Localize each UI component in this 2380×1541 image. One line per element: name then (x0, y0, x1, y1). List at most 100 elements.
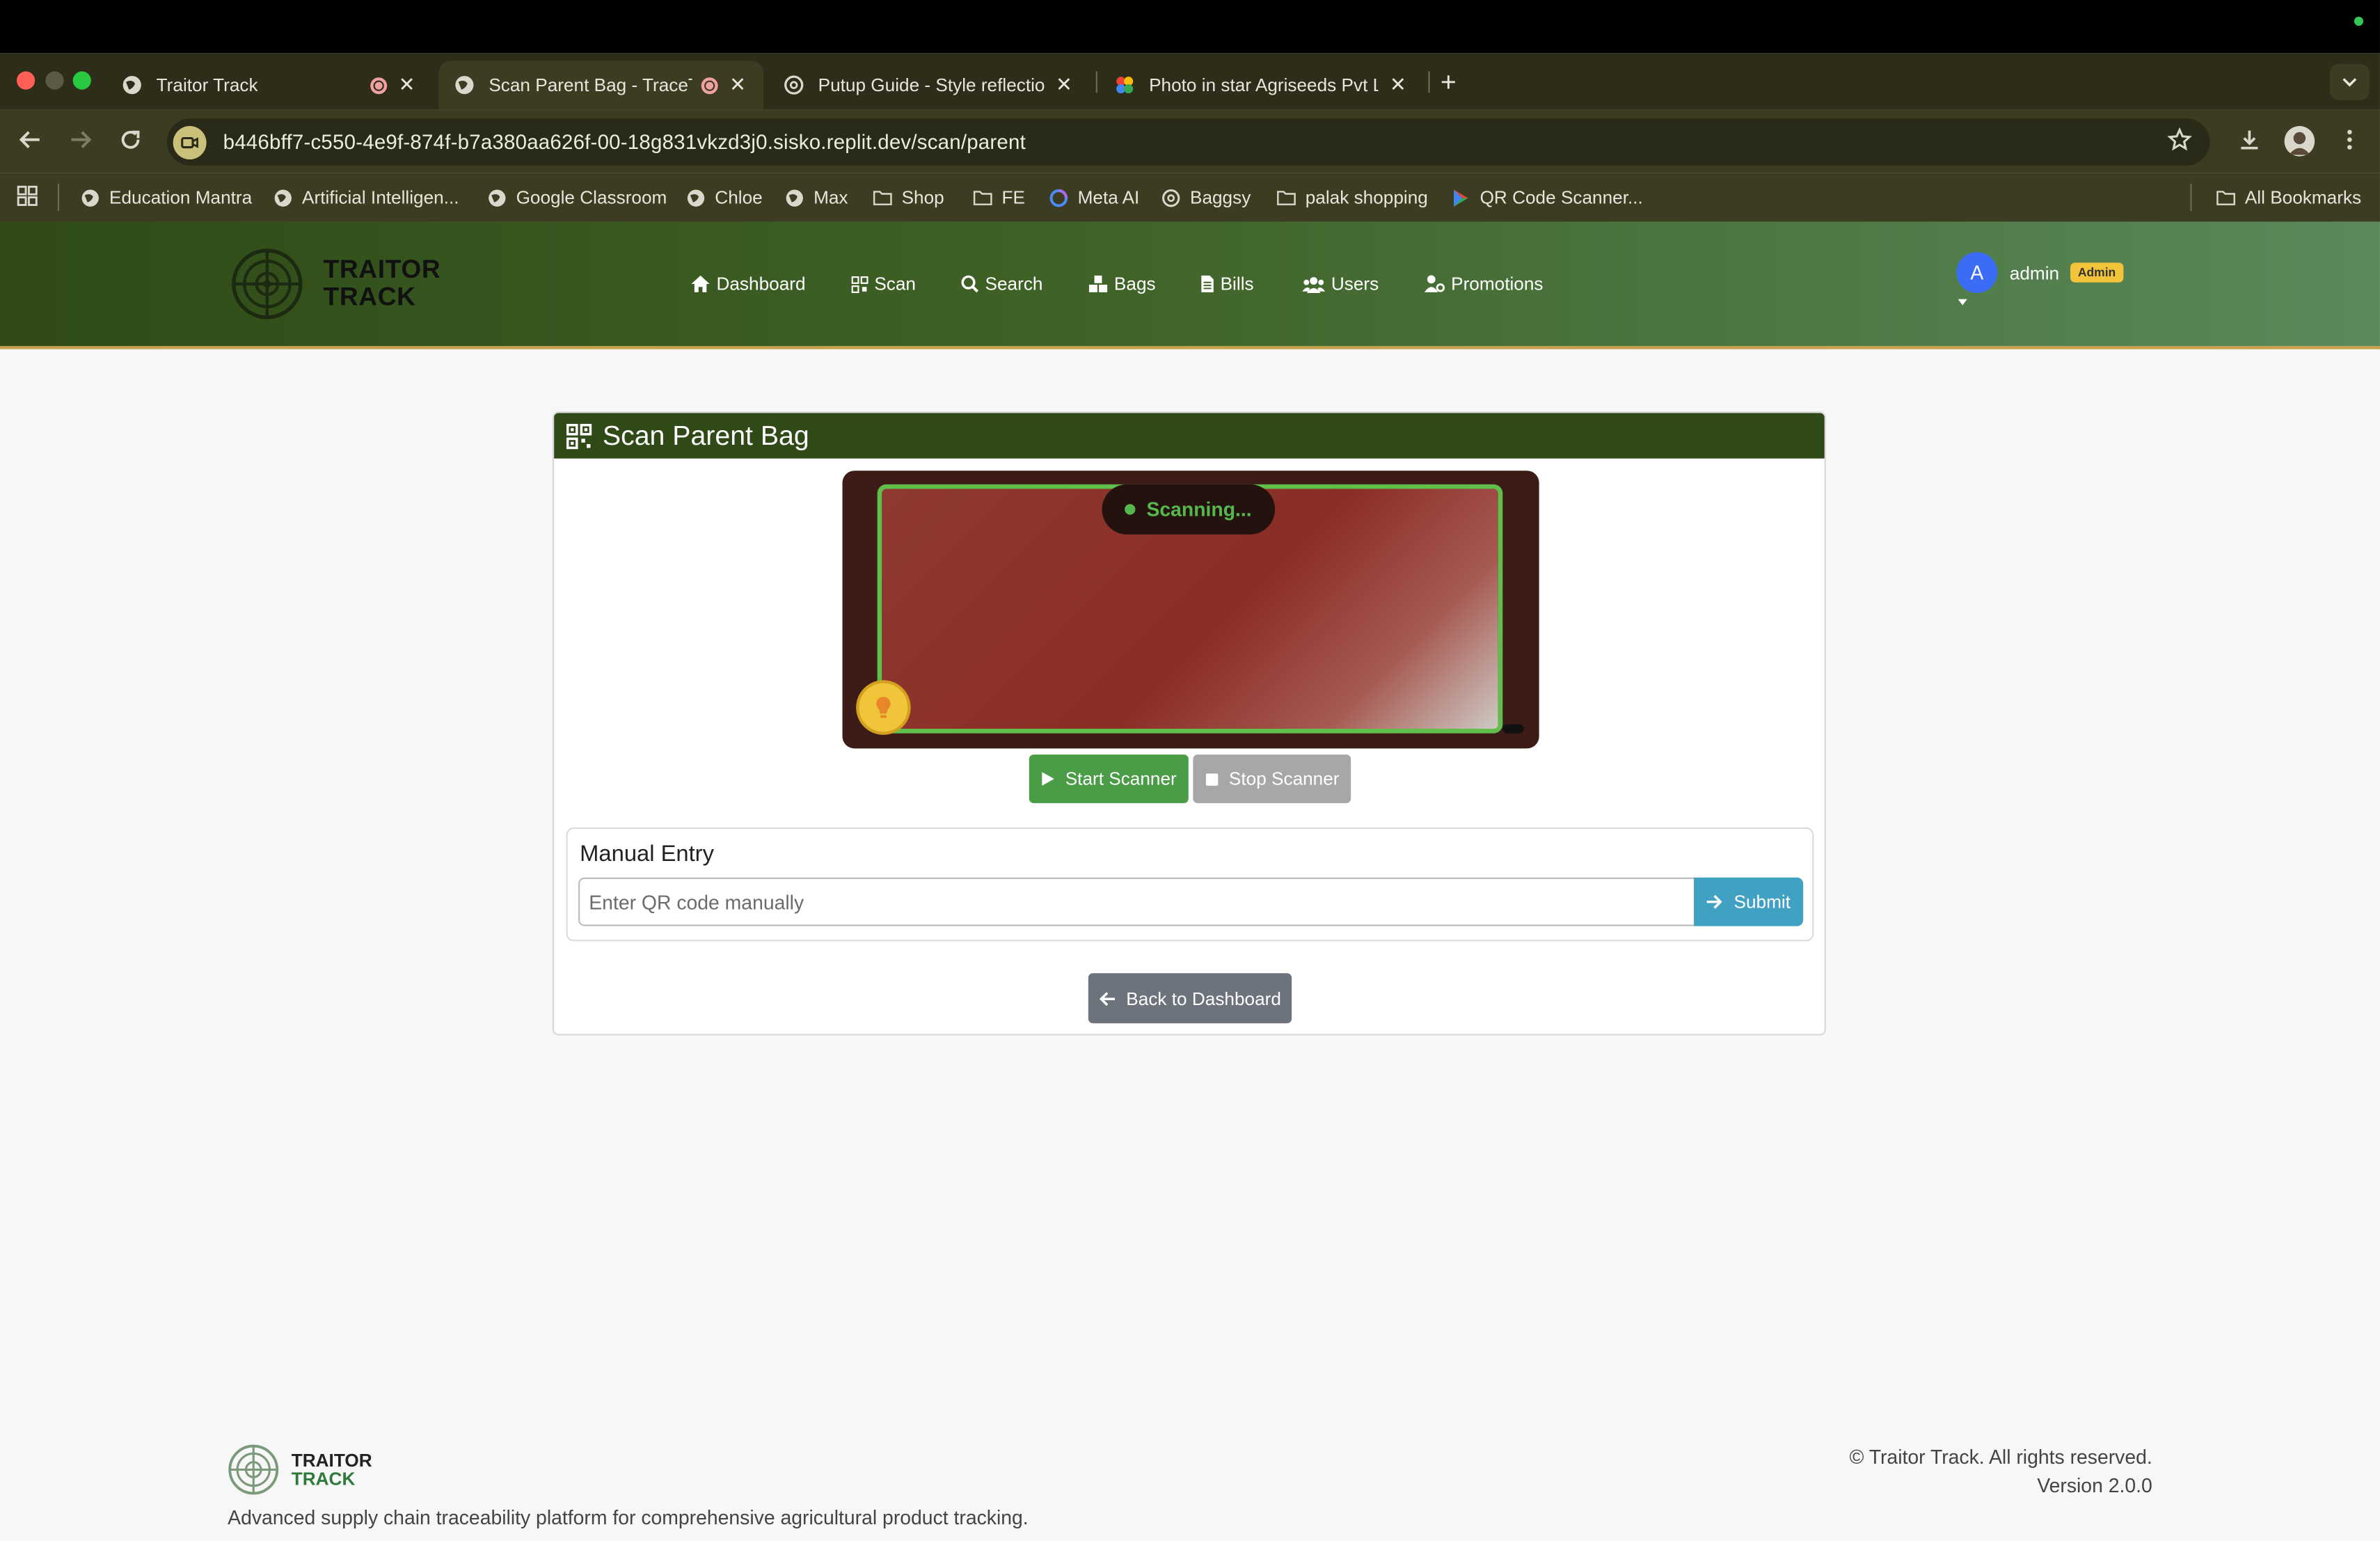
footer-version: Version 2.0.0 (2037, 1474, 2152, 1497)
star-bookmark-icon[interactable] (2167, 127, 2192, 159)
globe-icon (273, 187, 293, 207)
close-tab-icon[interactable]: ✕ (1054, 73, 1075, 97)
forward-arrow-icon[interactable] (65, 127, 96, 159)
user-name[interactable]: admin (2010, 262, 2059, 284)
bookmark-palak-shopping[interactable]: palak shopping (1276, 184, 1428, 211)
tab-traitor-track[interactable]: Traitor Track ✕ (106, 61, 433, 109)
folder-icon (1276, 187, 1296, 207)
folder-icon (973, 187, 992, 207)
reload-icon[interactable] (116, 127, 146, 159)
bookmark-label: Shop (901, 187, 944, 208)
bookmark-education-mantra[interactable]: Education Mantra (81, 184, 253, 211)
openai-icon (1161, 187, 1181, 207)
nav-bags[interactable]: Bags (1088, 273, 1156, 295)
logo-icon (231, 248, 304, 321)
torch-button[interactable] (856, 680, 911, 735)
nav-label: Bags (1113, 273, 1156, 295)
tab-photo-agriseeds[interactable]: Photo in star Agriseeds Pvt Ltd ✕ (1099, 61, 1424, 109)
stop-scanner-button[interactable]: Stop Scanner (1193, 754, 1351, 803)
download-icon[interactable] (2237, 127, 2262, 159)
file-icon (1200, 275, 1214, 293)
bookmark-google-classroom[interactable]: Google Classroom (487, 184, 667, 211)
camera-switch-icon[interactable] (1502, 724, 1524, 734)
kebab-menu-icon[interactable] (2339, 127, 2361, 159)
home-icon (690, 275, 710, 293)
profile-avatar-icon[interactable] (2284, 126, 2315, 157)
bookmark-label: Meta AI (1077, 187, 1140, 208)
nav-bills[interactable]: Bills (1200, 274, 1254, 294)
back-to-dashboard-button[interactable]: Back to Dashboard (1088, 973, 1292, 1024)
globe-icon (487, 187, 507, 207)
camera-preview: Scanning... (842, 471, 1539, 749)
button-label: Stop Scanner (1228, 768, 1340, 790)
recording-icon (701, 77, 718, 94)
bookmark-chloe[interactable]: Chloe (686, 184, 763, 211)
apps-grid-icon[interactable] (17, 185, 38, 214)
nav-promotions[interactable]: Promotions (1424, 274, 1544, 294)
qr-icon (851, 275, 868, 292)
brand-link[interactable]: TRAITOR TRACK (231, 248, 441, 321)
users-icon (1302, 276, 1326, 292)
system-menu-bar (0, 0, 2380, 54)
footer-brand-line2: TRACK (291, 1468, 356, 1489)
arrow-left-icon (1099, 990, 1116, 1006)
close-tab-icon[interactable]: ✕ (396, 73, 418, 97)
start-scanner-button[interactable]: Start Scanner (1029, 754, 1189, 803)
nav-label: Dashboard (716, 273, 806, 295)
user-avatar[interactable]: A (1956, 252, 1998, 293)
footer-brand: TRAITOR TRACK (228, 1444, 372, 1495)
user-gear-icon (1424, 275, 1445, 293)
bookmark-max[interactable]: Max (785, 184, 848, 211)
bookmark-artificial-intelligence[interactable]: Artificial Intelligen... (273, 184, 459, 211)
footer-description: Advanced supply chain traceability platf… (228, 1506, 1029, 1529)
tab-scan-parent-bag[interactable]: Scan Parent Bag - TraceTrack ✕ (438, 61, 764, 110)
globe-icon (121, 74, 143, 96)
tab-search-button[interactable] (2329, 63, 2370, 100)
bookmark-label: Max (814, 187, 848, 208)
nav-dashboard[interactable]: Dashboard (690, 273, 806, 295)
submit-button[interactable]: Submit (1694, 877, 1804, 926)
play-icon (1041, 771, 1055, 787)
nav-scan[interactable]: Scan (851, 274, 916, 294)
close-window-button[interactable] (16, 71, 35, 90)
close-tab-icon[interactable]: ✕ (1388, 73, 1409, 97)
tab-title: Putup Guide - Style reflection (818, 74, 1045, 96)
bookmark-fe[interactable]: FE (973, 184, 1025, 211)
bookmark-qr-code-scanner[interactable]: QR Code Scanner... (1451, 184, 1643, 211)
bookmark-shop[interactable]: Shop (873, 184, 944, 211)
status-dot-icon (1125, 504, 1136, 515)
new-tab-button[interactable]: + (1441, 67, 1457, 99)
brand-line1: TRAITOR (323, 255, 441, 284)
globe-icon (81, 187, 100, 207)
status-text: Scanning... (1146, 498, 1252, 521)
globe-icon (686, 187, 706, 207)
back-arrow-icon[interactable] (15, 127, 46, 159)
button-label: Back to Dashboard (1126, 987, 1281, 1009)
bookmark-label: Education Mantra (109, 187, 253, 208)
manual-entry-title: Manual Entry (580, 841, 714, 867)
photos-icon (1114, 74, 1136, 96)
bookmark-all-bookmarks[interactable]: All Bookmarks (2216, 184, 2361, 211)
tab-title: Photo in star Agriseeds Pvt Ltd (1149, 74, 1379, 96)
tab-putup-guide[interactable]: Putup Guide - Style reflection ✕ (768, 61, 1090, 109)
maximize-window-button[interactable] (72, 71, 91, 90)
brand-text: TRAITOR TRACK (323, 255, 441, 312)
lightbulb-icon (874, 695, 892, 720)
nav-users[interactable]: Users (1302, 274, 1379, 294)
caret-down-icon[interactable] (1958, 299, 1967, 306)
qr-code-input[interactable] (578, 877, 1696, 926)
card-title: Scan Parent Bag (602, 420, 809, 450)
footer-brand-line1: TRAITOR (291, 1450, 372, 1471)
tab-title: Scan Parent Bag - TraceTrack (489, 74, 692, 96)
recording-icon (370, 77, 388, 94)
bookmark-meta-ai[interactable]: Meta AI (1049, 184, 1139, 211)
close-tab-icon[interactable]: ✕ (727, 73, 749, 97)
address-bar[interactable]: b446bff7-c550-4e9f-874f-b7a380aa626f-00-… (166, 118, 2210, 166)
site-info-icon[interactable] (173, 125, 207, 159)
minimize-window-button[interactable] (45, 71, 64, 90)
bookmark-baggsy[interactable]: Baggsy (1161, 184, 1251, 211)
url-text: b446bff7-c550-4e9f-874f-b7a380aa626f-00-… (223, 130, 1026, 154)
meta-icon (1049, 187, 1068, 207)
bookmark-label: Baggsy (1189, 187, 1251, 208)
nav-search[interactable]: Search (961, 274, 1042, 294)
